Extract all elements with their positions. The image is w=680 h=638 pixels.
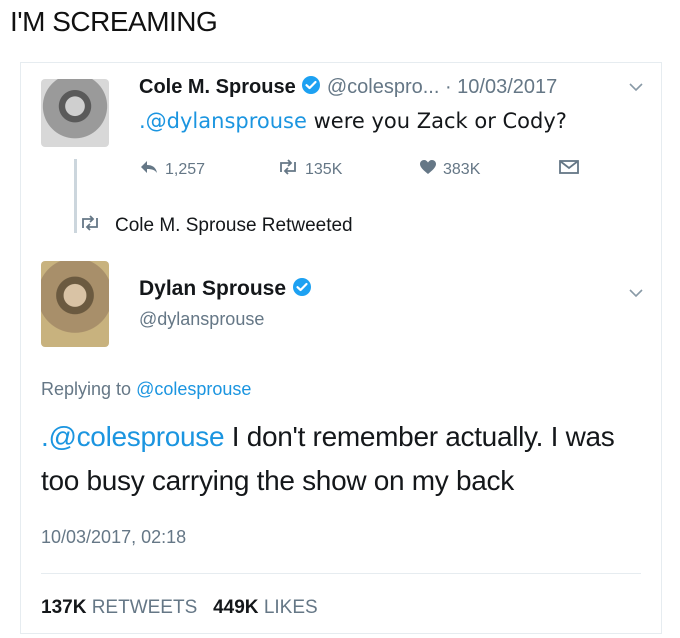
stats-divider	[41, 573, 641, 574]
reply-icon	[139, 159, 159, 180]
retweets-stat-count: 137K	[41, 597, 87, 618]
reply-count: 1,257	[165, 160, 206, 178]
replying-to-line: Replying to @colesprouse	[41, 379, 251, 400]
like-count: 383K	[443, 160, 481, 178]
likes-stat-count: 449K	[213, 597, 259, 618]
tweet1-menu-chevron-icon[interactable]	[629, 79, 643, 97]
retweeted-by-label: Cole M. Sprouse Retweeted	[79, 215, 353, 237]
tweet-thread-card: Cole M. Sprouse @colespro... · 10/03/201…	[20, 62, 662, 634]
envelope-icon	[559, 159, 579, 180]
replying-to-handle-link[interactable]: @colesprouse	[136, 379, 251, 399]
likes-stat[interactable]: 449K LIKES	[213, 597, 318, 618]
tweet1-body: were you Zack or Cody?	[306, 109, 567, 133]
retweet-count: 135K	[305, 160, 343, 178]
tweet1-author-handle[interactable]: @colespro...	[327, 76, 440, 98]
cole-avatar[interactable]	[41, 79, 109, 147]
tweet2-stats: 137K RETWEETS 449K LIKES	[41, 597, 318, 619]
tweet2-author-handle[interactable]: @dylansprouse	[139, 309, 264, 330]
tweet1-mention-link[interactable]: .@dylansprouse	[139, 109, 307, 133]
retweet-button[interactable]: 135K	[277, 159, 342, 180]
tweet1-author-name[interactable]: Cole M. Sprouse	[139, 76, 296, 98]
heart-icon	[419, 159, 437, 180]
thread-connector-line	[74, 159, 77, 233]
retweeted-text[interactable]: Cole M. Sprouse Retweeted	[115, 215, 353, 237]
likes-stat-label: LIKES	[263, 597, 318, 618]
tweet1-action-bar: 1,257 135K 383K	[139, 159, 619, 181]
verified-badge-icon	[292, 277, 312, 303]
retweets-stat-label: RETWEETS	[91, 597, 198, 618]
tweet2-author-name[interactable]: Dylan Sprouse	[139, 277, 286, 300]
direct-message-button[interactable]	[559, 159, 579, 180]
dylan-avatar[interactable]	[41, 261, 109, 347]
verified-badge-icon	[301, 75, 321, 101]
like-button[interactable]: 383K	[419, 159, 480, 180]
tweet2-timestamp[interactable]: 10/03/2017, 02:18	[41, 527, 186, 548]
tweet1-date[interactable]: · 10/03/2017	[445, 76, 557, 98]
replying-to-prefix: Replying to	[41, 379, 137, 399]
retweets-stat[interactable]: 137K RETWEETS	[41, 597, 197, 618]
tweet2-menu-chevron-icon[interactable]	[629, 285, 643, 303]
retweet-icon	[277, 159, 299, 180]
tweet2-author: Dylan Sprouse	[139, 277, 312, 303]
reply-button[interactable]: 1,257	[139, 159, 205, 180]
tweet1-text: .@dylansprouse were you Zack or Cody?	[139, 109, 567, 133]
retweet-small-icon	[79, 215, 101, 237]
tweet2-text: .@colesprouse I don't remember actually.…	[41, 415, 651, 503]
meme-caption: I'M SCREAMING	[10, 6, 218, 37]
tweet2-mention-link[interactable]: .@colesprouse	[41, 421, 225, 452]
tweet1-header: Cole M. Sprouse @colespro... · 10/03/201…	[139, 75, 557, 101]
